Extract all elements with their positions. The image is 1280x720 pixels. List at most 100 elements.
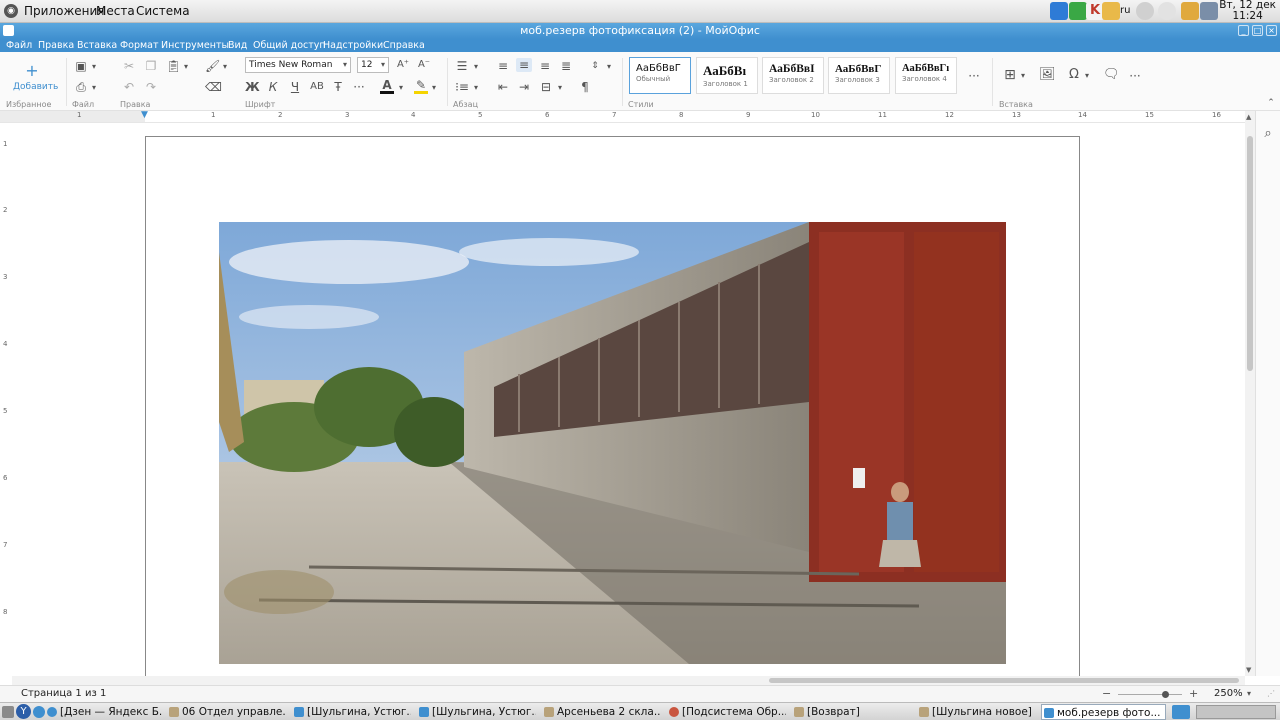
format-painter-icon[interactable]: 🖌︎: [205, 59, 220, 73]
menu-view[interactable]: Вид: [228, 40, 247, 51]
comment-icon[interactable]: 🗨︎: [1103, 68, 1120, 82]
format-painter-chevron-icon[interactable]: ▾: [221, 60, 229, 74]
increase-indent-icon[interactable]: ⇥: [517, 80, 531, 94]
volume-icon[interactable]: [1136, 2, 1154, 20]
style-heading-1[interactable]: АаБбВı Заголовок 1: [696, 57, 758, 94]
cut-icon[interactable]: ✂: [122, 59, 136, 73]
style-normal[interactable]: АаБбВвГ Обычный: [629, 57, 691, 94]
close-button[interactable]: ×: [1266, 25, 1277, 36]
workspace-switcher[interactable]: [1196, 705, 1276, 719]
horizontal-scrollbar[interactable]: [12, 676, 1245, 685]
menu-tools[interactable]: Инструменты: [161, 40, 229, 51]
highlight-chevron-icon[interactable]: ▾: [430, 81, 438, 95]
taskbar-item[interactable]: [Шульгина новое]: [917, 704, 1036, 720]
maximize-button[interactable]: □: [1252, 25, 1263, 36]
vertical-ruler[interactable]: 1 2 3 4 5 6 7 8: [0, 123, 12, 676]
increase-font-icon[interactable]: A⁺: [396, 58, 410, 72]
system-logo-icon[interactable]: ◉: [4, 4, 18, 18]
save-icon[interactable]: ▣: [74, 59, 88, 73]
menu-addons[interactable]: Надстройки: [323, 40, 383, 51]
bold-button[interactable]: Ж: [245, 80, 260, 94]
search-icon[interactable]: ⌕: [1261, 127, 1275, 141]
more-font-options-button[interactable]: ···: [352, 80, 366, 94]
table-icon[interactable]: ⊞: [1002, 68, 1018, 82]
paragraph-spacing-icon[interactable]: ⊟: [539, 80, 553, 94]
taskbar-item-active[interactable]: моб.резерв фото...: [1041, 704, 1166, 720]
table-chevron-icon[interactable]: ▾: [1019, 69, 1027, 83]
paste-dropdown-chevron-icon[interactable]: ▾: [182, 60, 190, 74]
menu-help[interactable]: Справка: [383, 40, 425, 51]
browser-launcher-icon[interactable]: [33, 706, 45, 718]
notes-tray-icon[interactable]: [1102, 2, 1120, 20]
taskbar-item[interactable]: [Шульгина, Устюг...: [417, 704, 536, 720]
copy-icon[interactable]: ❐: [144, 59, 158, 73]
font-family-chevron-icon[interactable]: ▾: [340, 58, 350, 72]
zoom-level[interactable]: 250%: [1214, 688, 1243, 699]
clipboard-tray-icon[interactable]: [1181, 2, 1199, 20]
menu-share[interactable]: Общий доступ: [253, 40, 326, 51]
taskbar-item[interactable]: Арсеньева 2 скла...: [542, 704, 661, 720]
style-heading-2[interactable]: АаБбВвI Заголовок 2: [762, 57, 824, 94]
taskbar-item[interactable]: [Возврат]: [792, 704, 911, 720]
decrease-indent-icon[interactable]: ⇤: [496, 80, 510, 94]
underline-button[interactable]: Ч: [288, 80, 302, 94]
font-color-chevron-icon[interactable]: ▾: [397, 81, 405, 95]
eraser-icon[interactable]: ⌫: [205, 80, 222, 94]
print-icon[interactable]: ⎙: [74, 80, 88, 94]
align-center-icon[interactable]: ≡: [516, 58, 532, 72]
menu-system[interactable]: Система: [136, 4, 190, 18]
resize-grip-icon[interactable]: ⋰: [1267, 689, 1275, 698]
vertical-scrollbar[interactable]: ▲ ▼: [1245, 111, 1255, 676]
network-icon[interactable]: [1158, 2, 1176, 20]
shield-tray-icon[interactable]: [1050, 2, 1068, 20]
clock[interactable]: Вт, 12 дек 11:24: [1219, 0, 1276, 22]
menu-file[interactable]: Файл: [6, 40, 32, 51]
highlight-icon[interactable]: ✎: [414, 79, 428, 94]
style-heading-3[interactable]: АаБбВвГ Заголовок 3: [828, 57, 890, 94]
numbered-list-chevron-icon[interactable]: ▾: [472, 81, 480, 95]
keyboard-layout-indicator[interactable]: ru: [1120, 5, 1130, 16]
menu-applications[interactable]: Приложения: [24, 4, 105, 18]
print-dropdown-chevron-icon[interactable]: ▾: [90, 81, 98, 95]
yandex-launcher-icon[interactable]: Y: [16, 704, 31, 719]
redo-icon[interactable]: ↷: [144, 80, 158, 94]
indent-marker-icon[interactable]: ▼: [141, 111, 148, 120]
font-color-icon[interactable]: A: [380, 79, 394, 94]
horizontal-ruler[interactable]: ▼ 1 1 2 3 4 5 6 7 8 9 10 11 12 13 14 15 …: [0, 111, 1245, 123]
taskbar-item[interactable]: [Дзен — Яндекс Б...: [45, 704, 162, 720]
add-plus-icon[interactable]: +: [24, 63, 40, 79]
special-char-chevron-icon[interactable]: ▾: [1083, 69, 1091, 83]
tray-app-icon[interactable]: [1172, 705, 1190, 719]
display-tray-icon[interactable]: [1200, 2, 1218, 20]
font-family-select[interactable]: Times New Roman: [245, 57, 351, 73]
more-styles-button[interactable]: ···: [967, 69, 981, 83]
align-left-icon[interactable]: ≡: [496, 59, 510, 73]
paragraph-spacing-chevron-icon[interactable]: ▾: [556, 81, 564, 95]
font-size-chevron-icon[interactable]: ▾: [378, 58, 388, 72]
zoom-slider-thumb[interactable]: [1162, 691, 1169, 698]
bullet-list-icon[interactable]: ☰: [455, 59, 469, 73]
pilcrow-icon[interactable]: ¶: [578, 80, 592, 94]
align-justify-icon[interactable]: ≣: [559, 59, 573, 73]
align-right-icon[interactable]: ≡: [538, 59, 552, 73]
undo-icon[interactable]: ↶: [122, 80, 136, 94]
italic-button[interactable]: К: [266, 80, 280, 94]
zoom-chevron-icon[interactable]: ▾: [1247, 689, 1251, 698]
line-spacing-chevron-icon[interactable]: ▾: [605, 60, 613, 74]
zoom-in-button[interactable]: +: [1189, 687, 1198, 700]
scrollbar-thumb[interactable]: [769, 678, 1239, 683]
scroll-up-arrow-icon[interactable]: ▲: [1246, 113, 1251, 121]
paste-icon[interactable]: 📋︎: [166, 59, 181, 73]
add-button-label[interactable]: Добавить: [13, 82, 58, 92]
special-char-icon[interactable]: Ω: [1066, 68, 1082, 82]
scroll-down-arrow-icon[interactable]: ▼: [1246, 666, 1251, 674]
taskbar-item[interactable]: [Шульгина, Устюг...: [292, 704, 411, 720]
document-photo[interactable]: [219, 222, 1006, 664]
numbered-list-icon[interactable]: ⁝≡: [455, 80, 469, 94]
show-desktop-icon[interactable]: [2, 706, 14, 718]
zoom-slider[interactable]: [1118, 691, 1182, 698]
save-dropdown-chevron-icon[interactable]: ▾: [90, 60, 98, 74]
menu-places[interactable]: Места: [96, 4, 135, 18]
bullet-list-chevron-icon[interactable]: ▾: [472, 60, 480, 74]
zoom-out-button[interactable]: −: [1102, 687, 1111, 700]
